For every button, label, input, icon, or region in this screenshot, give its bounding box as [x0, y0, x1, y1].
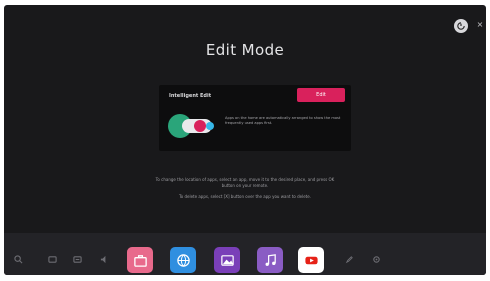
edit-pencil-icon[interactable] — [344, 254, 354, 264]
close-icon[interactable]: × — [476, 20, 484, 30]
tv-screen: × Edit Mode Intelligent Edit Edit Apps o… — [4, 5, 486, 275]
edit-button[interactable]: Edit — [297, 88, 345, 102]
youtube-icon — [304, 256, 318, 264]
app-youtube[interactable] — [298, 247, 324, 273]
briefcase-icon — [133, 254, 147, 267]
help-text-delete: To delete apps, select [X] button over t… — [179, 194, 311, 199]
toggle-illustration-icon — [168, 114, 214, 138]
app-browser[interactable] — [170, 247, 196, 273]
input-icon[interactable] — [47, 254, 57, 264]
intelligent-edit-card: Intelligent Edit Edit Apps on the home a… — [159, 85, 351, 151]
launcher-bar — [4, 233, 486, 275]
help-text-move: To change the location of apps, select a… — [4, 177, 486, 188]
settings-icon[interactable] — [72, 254, 82, 264]
app-gallery[interactable] — [214, 247, 240, 273]
help-line-1b: button on your remote. — [221, 182, 269, 188]
app-briefcase[interactable] — [127, 247, 153, 273]
image-icon — [220, 254, 234, 266]
exit-icon[interactable] — [454, 19, 468, 33]
search-icon[interactable] — [13, 254, 23, 264]
app-music[interactable] — [257, 247, 283, 273]
card-description: Apps on the home are automatically arran… — [225, 116, 341, 125]
music-icon — [265, 253, 276, 266]
settings-gear-icon[interactable] — [371, 254, 381, 264]
sound-icon[interactable] — [99, 254, 109, 264]
page-title: Edit Mode — [205, 41, 285, 59]
card-title: Intelligent Edit — [169, 93, 212, 99]
globe-icon — [176, 253, 190, 267]
